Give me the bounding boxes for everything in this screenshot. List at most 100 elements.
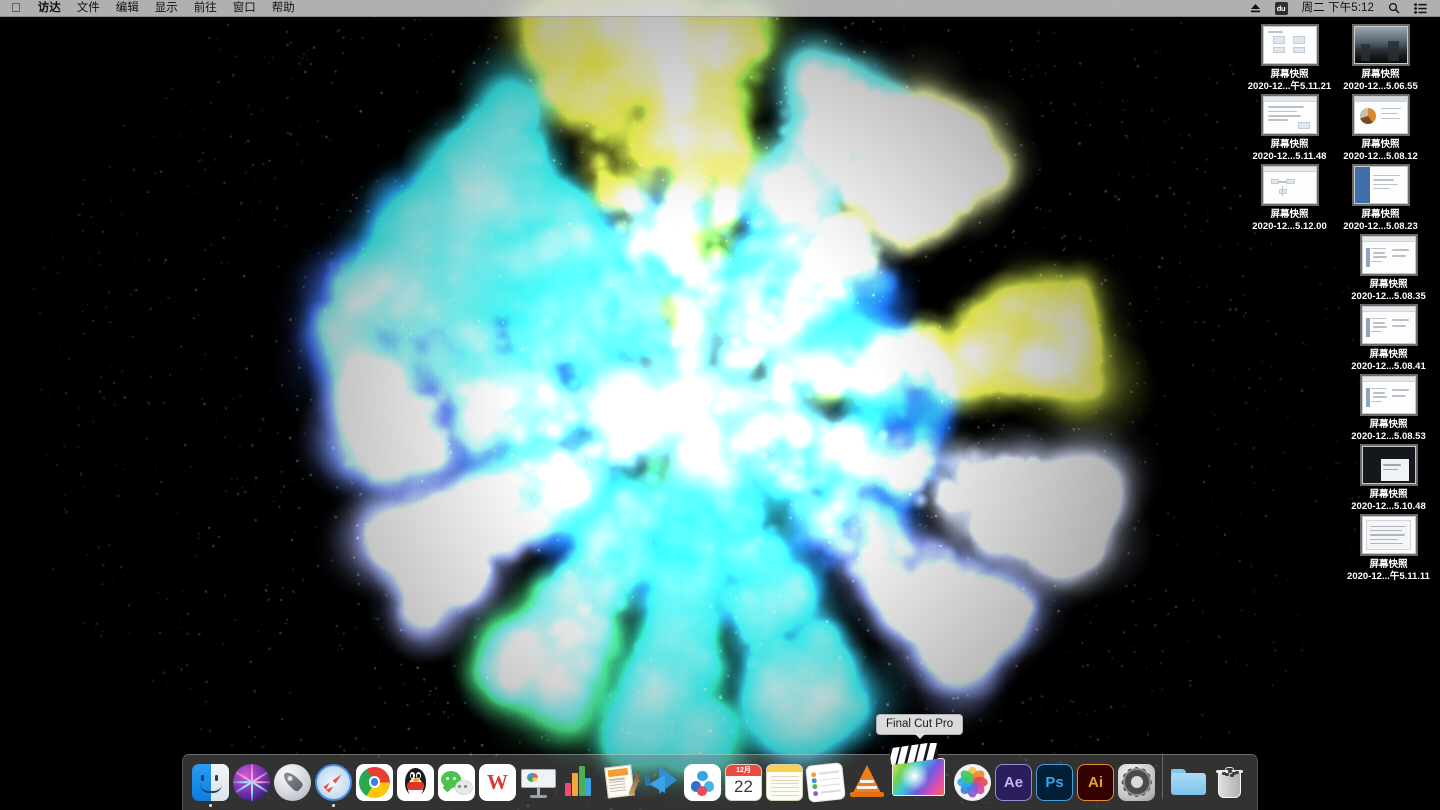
menu-bar-clock[interactable]: 周二 下午5:12 (1295, 0, 1381, 16)
wechat-icon[interactable] (438, 763, 475, 801)
desktop-icon[interactable]: 屏幕快照 2020-12...5.08.41 (1343, 302, 1434, 372)
dock-item-blue-circles-app[interactable] (683, 763, 722, 807)
dock-item-after-effects[interactable]: Ae (994, 763, 1033, 807)
blue-circles-app-icon[interactable] (684, 763, 721, 801)
dock-item-siri[interactable] (232, 763, 271, 807)
menu-item-go[interactable]: 前往 (186, 0, 225, 16)
desktop-icon[interactable]: 屏幕快照 2020-12...午5.11.21 (1244, 22, 1335, 92)
desktop-icon[interactable]: 屏幕快照 2020-12...5.08.23 (1335, 162, 1426, 232)
dock-item-safari[interactable] (314, 763, 353, 807)
menu-bar-left[interactable]:  访达 文件 编辑 显示 前往 窗口 帮助 (0, 0, 303, 16)
penguin-scarf (406, 782, 425, 790)
finder-eye (200, 775, 204, 782)
dock-item-trash[interactable] (1210, 763, 1249, 807)
after-effects-icon[interactable]: Ae (995, 763, 1032, 801)
dock-item-final-cut-pro[interactable] (888, 743, 951, 807)
finder-icon[interactable] (192, 763, 229, 801)
desktop-icon[interactable]: 屏幕快照 2020-12...5.12.00 (1244, 162, 1335, 232)
desktop-icon[interactable]: 屏幕快照 2020-12...午5.11.11 (1343, 512, 1434, 582)
desktop-icon[interactable]: 屏幕快照 2020-12...5.08.35 (1343, 232, 1434, 302)
desktop-icon-detail: 2020-12...5.08.41 (1351, 360, 1426, 372)
desktop-icon-grid[interactable]: 屏幕快照 2020-12...午5.11.21 屏幕快照 2020-12...5.0… (1244, 22, 1434, 582)
vlc-icon[interactable] (848, 764, 885, 801)
du-status-icon[interactable]: du (1268, 0, 1295, 16)
menu-item-view[interactable]: 显示 (147, 0, 186, 16)
downloads-folder-icon[interactable] (1170, 764, 1207, 801)
siri-beam (233, 781, 270, 784)
desktop-icon[interactable]: 屏幕快照 2020-12...5.10.48 (1343, 442, 1434, 512)
pages-icon[interactable] (602, 764, 639, 801)
dock-item-keynote[interactable] (519, 763, 558, 807)
desktop-icon[interactable]: 屏幕快照 2020-12...5.06.55 (1335, 22, 1426, 92)
final-cut-pro-icon[interactable] (889, 743, 950, 801)
menu-item-file[interactable]: 文件 (69, 0, 108, 16)
dock-item-qq[interactable] (396, 763, 435, 807)
photos-icon[interactable] (954, 763, 991, 801)
dock-item-illustrator[interactable]: Ai (1076, 763, 1115, 807)
desktop-icon-detail: 2020-12...5.08.53 (1351, 430, 1426, 442)
chrome-icon[interactable] (356, 763, 393, 801)
dock-item-vlc[interactable] (847, 763, 886, 807)
keynote-icon[interactable] (520, 764, 557, 801)
dock-running-indicator (1135, 804, 1139, 808)
dock-item-reminders[interactable] (805, 761, 846, 807)
dock-running-indicator (1228, 804, 1232, 808)
numbers-icon[interactable] (561, 764, 598, 801)
illustrator-icon[interactable]: Ai (1077, 763, 1114, 801)
reminders-icon[interactable] (805, 761, 846, 803)
dock-running-indicator (455, 804, 459, 808)
apple-menu[interactable]:  (0, 0, 30, 16)
search-icon[interactable] (1381, 0, 1407, 16)
dock-item-calendar[interactable]: 12月 22 (724, 763, 763, 807)
calendar-day: 22 (734, 777, 753, 797)
dock-running-indicator (208, 803, 213, 807)
dock-item-wechat[interactable] (437, 763, 476, 807)
dock-item-notes[interactable] (765, 763, 804, 807)
dock-item-vscode[interactable] (642, 763, 681, 807)
dock-item-wps[interactable]: W (478, 763, 517, 807)
notes-icon[interactable] (766, 763, 803, 801)
dock-item-numbers[interactable] (560, 763, 599, 807)
screenshot-thumbnail-icon (1361, 236, 1416, 274)
dock-item-launchpad[interactable] (273, 763, 312, 807)
wps-icon[interactable]: W (479, 763, 516, 801)
system-preferences-icon[interactable] (1118, 763, 1155, 801)
desktop-icon-name: 屏幕快照 (1361, 69, 1400, 80)
desktop-icon-name: 屏幕快照 (1270, 139, 1309, 150)
note-line (770, 775, 799, 777)
menu-item-edit[interactable]: 编辑 (108, 0, 147, 16)
menu-item-window[interactable]: 窗口 (225, 0, 264, 16)
vlc-stripe (859, 780, 874, 784)
calendar-icon[interactable]: 12月 22 (725, 763, 762, 801)
dock[interactable]: W 12月 22 Ae Ps Ai (182, 743, 1258, 810)
menu-bar-status-area[interactable]: du 周二 下午5:12 (1243, 0, 1440, 16)
dock-item-finder[interactable] (191, 763, 230, 807)
desktop-icon-label: 屏幕快照 2020-12...5.08.23 (1343, 209, 1417, 232)
dock-item-photoshop[interactable]: Ps (1035, 763, 1074, 807)
launchpad-icon[interactable] (274, 763, 311, 801)
trash-icon[interactable] (1211, 764, 1248, 801)
desktop-icon[interactable]: 屏幕快照 2020-12...5.11.48 (1244, 92, 1335, 162)
control-center-icon[interactable] (1407, 0, 1434, 16)
dock-item-downloads-folder[interactable] (1169, 763, 1208, 807)
screenshot-thumbnail-icon (1361, 516, 1416, 554)
dock-item-photos[interactable] (953, 763, 992, 807)
vscode-icon[interactable] (643, 764, 680, 801)
menu-item-help[interactable]: 帮助 (264, 0, 303, 16)
search-glyph (1388, 2, 1400, 14)
desktop-icon[interactable]: 屏幕快照 2020-12...5.08.12 (1335, 92, 1426, 162)
eject-icon[interactable] (1243, 0, 1268, 16)
safari-icon[interactable] (315, 763, 352, 801)
dock-item-pages[interactable] (601, 763, 640, 807)
dock-running-indicator (918, 804, 922, 807)
desktop-icon[interactable]: 屏幕快照 2020-12...5.08.53 (1343, 372, 1434, 442)
qq-icon[interactable] (397, 763, 434, 801)
menu-item-finder[interactable]: 访达 (30, 0, 69, 16)
screenshot-thumbnail-icon (1361, 376, 1416, 414)
dock-item-chrome[interactable] (355, 763, 394, 807)
photoshop-icon[interactable]: Ps (1036, 763, 1073, 801)
siri-icon[interactable] (233, 763, 270, 801)
dock-item-system-preferences[interactable] (1117, 763, 1156, 807)
wechat-dot (464, 785, 467, 788)
menu-bar[interactable]:  访达 文件 编辑 显示 前往 窗口 帮助 du 周二 下午5:12 (0, 0, 1440, 17)
